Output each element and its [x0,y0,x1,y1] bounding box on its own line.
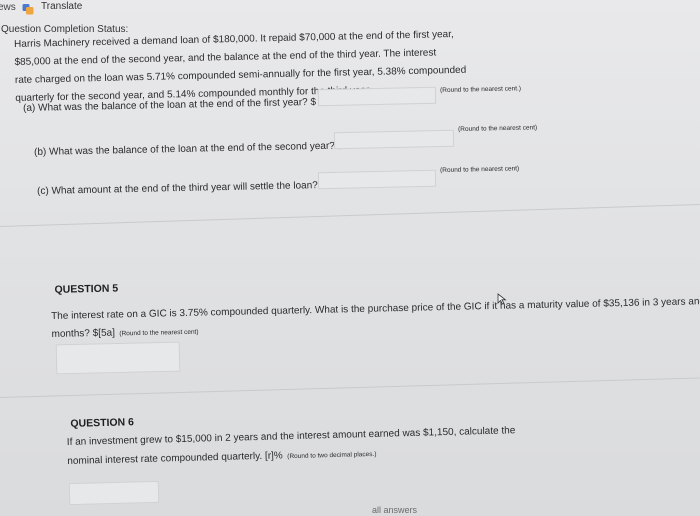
question-5-hint: (Round to the nearest cent) [119,328,199,338]
question-5-text: The interest rate on a GIC is 3.75% comp… [51,295,700,322]
top-bar: ews Translate [0,0,700,22]
question-5-answer-input[interactable] [55,341,181,375]
part-c-answer-input[interactable] [317,169,437,190]
question-6-block: QUESTION 6 If an investment grew to $15,… [66,394,668,490]
question-5-line2: months? $[5a] (Round to the nearest cent… [51,321,198,342]
translate-icon[interactable] [22,2,34,15]
tab-fragment: ews [0,2,16,13]
part-c-hint: (Round to the nearest cent) [440,165,520,174]
part-c-question: (c) What amount at the end of the third … [37,179,327,197]
completion-status-label: Question Completion Status: [1,24,129,35]
question-6-answer-input[interactable] [68,480,160,506]
part-b-question: (b) What was the balance of the loan at … [34,140,344,158]
question-6-hint: (Round to two decimal places.) [287,450,377,461]
question-5-title: QUESTION 5 [54,282,119,296]
question-6-title: QUESTION 6 [70,416,135,430]
question-divider [0,204,700,227]
question-divider [0,377,700,398]
translate-button[interactable]: Translate [41,1,82,12]
part-b-answer-input[interactable] [333,129,455,150]
question-5-block: QUESTION 5 The interest rate on a GIC is… [50,251,700,355]
part-a-hint: (Round to the nearest cent.) [440,85,522,94]
part-b-hint: (Round to the nearest cent) [458,124,538,133]
part-a-answer-input[interactable] [317,86,437,107]
question-6-prompt: nominal interest rate compounded quarter… [67,450,283,467]
question-5-prompt: months? $[5a] [51,327,116,340]
mouse-cursor-icon [497,292,507,305]
save-all-answers-link[interactable]: all answers [372,505,417,515]
